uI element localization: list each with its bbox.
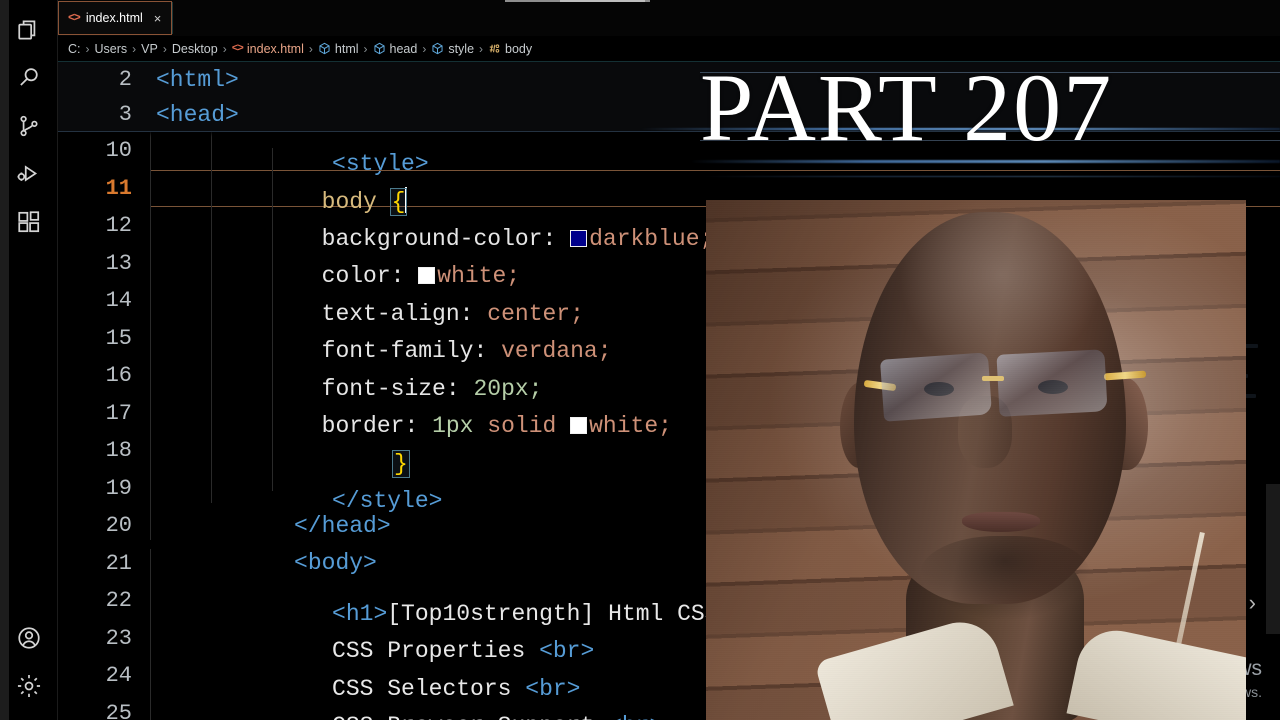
part-title-overlay: PART 207 xyxy=(700,54,1114,161)
html-file-icon: <> xyxy=(68,11,81,25)
line-number: 11 xyxy=(105,175,132,201)
line-number: 12 xyxy=(105,213,132,239)
breadcrumb-separator: › xyxy=(132,41,137,56)
breadcrumb-label: C: xyxy=(68,41,81,56)
sidebar-item-run-and-debug[interactable] xyxy=(0,150,58,198)
close-icon[interactable]: × xyxy=(152,12,164,25)
symbol-cube-icon xyxy=(373,42,386,55)
line-number: 22 xyxy=(105,588,132,614)
line-number: 23 xyxy=(105,625,132,651)
vertical-scrollbar[interactable] xyxy=(1266,264,1280,720)
breadcrumb-label: style xyxy=(448,41,475,56)
webcam-presenter-mouth xyxy=(962,512,1040,532)
gear-icon xyxy=(16,673,42,699)
breadcrumb-item-index-html[interactable]: <> index.html xyxy=(232,42,304,56)
tab-divider xyxy=(172,2,174,34)
files-icon xyxy=(16,17,42,43)
account-icon xyxy=(16,625,42,651)
activity-bar xyxy=(0,0,58,720)
webcam-overlay xyxy=(706,200,1246,720)
editor-tab-bar: <> index.html × xyxy=(58,0,1280,36)
breadcrumb-separator: › xyxy=(308,41,313,56)
scrollbar-thumb[interactable] xyxy=(1266,484,1280,634)
decorative-glow-line xyxy=(700,176,1280,177)
line-number: 2 xyxy=(118,67,132,92)
code-token: CSS Browser Support xyxy=(332,713,608,720)
line-number: 3 xyxy=(118,102,132,127)
line-number: 10 xyxy=(105,138,132,164)
sidebar-item-settings[interactable] xyxy=(0,662,58,710)
breadcrumb-item-body[interactable]: body xyxy=(488,42,532,56)
code-token: <br> xyxy=(608,713,663,720)
html-file-icon: <> xyxy=(231,42,244,55)
breadcrumb-separator: › xyxy=(85,41,90,56)
breadcrumb-item-drive[interactable]: C: xyxy=(68,42,81,56)
breadcrumb-item-vp[interactable]: VP xyxy=(141,42,158,56)
sidebar-item-extensions[interactable] xyxy=(0,198,58,246)
tab-label: index.html xyxy=(85,11,143,25)
line-number: 24 xyxy=(105,663,132,689)
webcam-presenter-beard xyxy=(920,536,1090,620)
breadcrumb-separator: › xyxy=(479,41,484,56)
line-number: 18 xyxy=(105,438,132,464)
breadcrumb-item-style[interactable]: style xyxy=(431,42,474,56)
breadcrumb-label: html xyxy=(334,41,359,56)
run-and-debug-icon xyxy=(16,161,42,187)
symbol-cube-icon xyxy=(431,42,444,55)
symbol-tag-icon xyxy=(488,42,501,55)
sidebar-item-accounts[interactable] xyxy=(0,614,58,662)
breadcrumb-label: Desktop xyxy=(171,41,218,56)
breadcrumb-separator: › xyxy=(162,41,167,56)
breadcrumb-separator: › xyxy=(422,41,427,56)
code-token: <head> xyxy=(156,101,239,128)
line-number: 20 xyxy=(105,513,132,539)
sidebar-item-explorer[interactable] xyxy=(0,6,58,54)
breadcrumb-item-desktop[interactable]: Desktop xyxy=(172,42,218,56)
search-icon xyxy=(16,65,42,91)
breadcrumb-label: index.html xyxy=(246,41,304,56)
breadcrumb-label: head xyxy=(389,41,418,56)
vscode-window: <> index.html × C: › Users › VP › Deskto… xyxy=(0,0,1280,720)
line-number: 16 xyxy=(105,363,132,389)
breadcrumb-item-head[interactable]: head xyxy=(373,41,418,56)
breadcrumb-label: body xyxy=(505,41,533,56)
code-token: <html> xyxy=(156,66,239,93)
sidebar-item-search[interactable] xyxy=(0,54,58,102)
webcam-glasses-bridge xyxy=(982,376,1004,381)
chevron-right-icon[interactable]: › xyxy=(1249,590,1256,616)
window-chrome-remnant xyxy=(0,0,1280,4)
line-number: 14 xyxy=(105,288,132,314)
line-number: 17 xyxy=(105,400,132,426)
line-number: 21 xyxy=(105,550,132,576)
breadcrumb-item-users[interactable]: Users xyxy=(95,42,128,56)
line-number: 15 xyxy=(105,325,132,351)
tab-index-html[interactable]: <> index.html × xyxy=(58,1,173,35)
source-control-icon xyxy=(16,113,42,139)
breadcrumb-label: Users xyxy=(94,41,128,56)
breadcrumb-separator: › xyxy=(363,41,368,56)
extensions-icon xyxy=(16,209,42,235)
webcam-glasses-lens-left xyxy=(879,352,993,422)
breadcrumb-label: VP xyxy=(141,41,158,56)
line-number: 25 xyxy=(105,700,132,720)
breadcrumb-separator: › xyxy=(222,41,227,56)
symbol-cube-icon xyxy=(318,42,331,55)
line-number: 19 xyxy=(105,475,132,501)
breadcrumb-item-html[interactable]: html xyxy=(318,42,359,56)
sidebar-item-source-control[interactable] xyxy=(0,102,58,150)
webcam-glasses-lens-right xyxy=(996,349,1108,417)
line-number: 13 xyxy=(105,250,132,276)
